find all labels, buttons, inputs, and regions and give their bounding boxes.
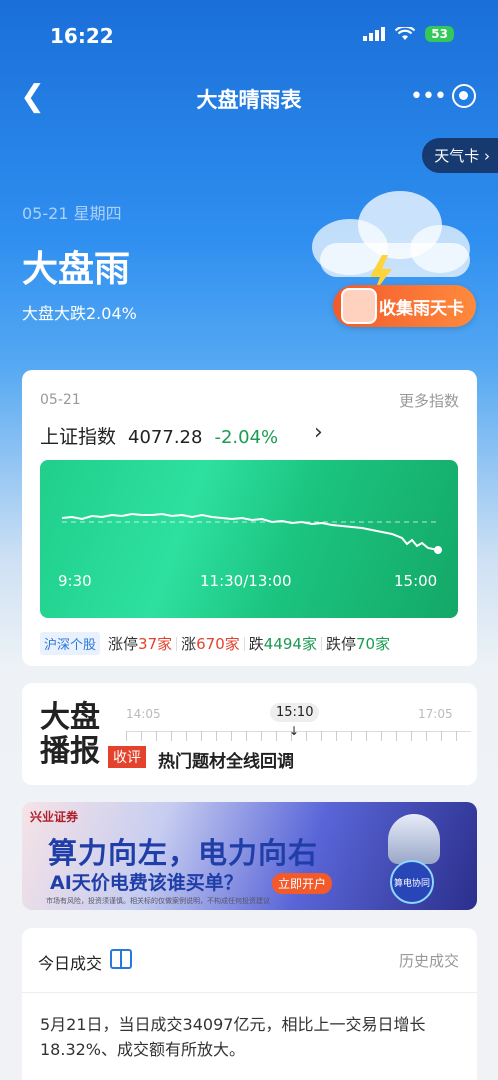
timeline-pin-icon: ↓ <box>289 724 300 738</box>
status-icons: 53 <box>363 26 454 42</box>
signal-icon <box>363 27 386 41</box>
ad-disclaimer: 市场有风险，投资须谨慎。相关标的仅做案例说明，不构成任何投资建议 <box>46 897 270 905</box>
stats-tag: 沪深个股 <box>40 632 101 655</box>
weather-card-button[interactable]: 天气卡 › <box>422 138 498 173</box>
turnover-card: 今日成交 历史成交 5月21日，当日成交34097亿元，相比上一交易日增长18.… <box>22 928 477 1080</box>
close-miniapp-icon[interactable] <box>452 84 476 108</box>
chevron-right-icon[interactable]: › <box>314 420 323 445</box>
ad-headline: 算力向左，电力向右 <box>48 836 319 870</box>
limit-up-label: 涨停 <box>108 635 139 653</box>
time-start: 9:30 <box>58 572 92 590</box>
ad-logo: 兴业证券 <box>30 810 79 824</box>
limit-down-label: 跌停 <box>325 635 356 653</box>
up-count: 670家 <box>196 635 240 653</box>
ad-banner[interactable]: 兴业证券 算力向左，电力向右 AI天价电费该谁买单？ 立即开户 市场有风险，投资… <box>22 802 477 910</box>
market-stats: 沪深个股 涨停 37家 涨 670家 跌 4494家 跌停 70家 <box>40 632 390 655</box>
hero-title: 大盘雨 <box>22 249 131 290</box>
down-label: 跌 <box>248 635 264 653</box>
time-mid: 11:30/13:00 <box>200 572 292 590</box>
battery-icon: 53 <box>425 26 454 42</box>
broadcast-title-1: 大盘 <box>40 700 100 735</box>
open-account-button[interactable]: 立即开户 <box>272 873 333 894</box>
divider <box>243 636 245 651</box>
ad-badge: 算电协同 <box>390 860 434 904</box>
time-end: 15:00 <box>394 572 438 590</box>
index-name: 上证指数 <box>40 426 117 448</box>
more-icon[interactable]: ••• <box>410 84 447 109</box>
turnover-title: 今日成交 <box>38 954 103 973</box>
broadcast-headline[interactable]: 热门题材全线回调 <box>158 747 294 772</box>
index-row[interactable]: 上证指数 4077.28 -2.04% <box>40 422 278 449</box>
divider <box>176 636 178 651</box>
market-card: 05-21 更多指数 上证指数 4077.28 -2.04% › 9:30 11… <box>22 370 477 666</box>
divider <box>320 636 322 651</box>
timeline-current-time[interactable]: 15:10 <box>270 703 320 722</box>
price-line <box>61 512 439 551</box>
history-turnover-link[interactable]: 历史成交 <box>399 950 459 971</box>
index-value: 4077.28 <box>128 427 203 448</box>
down-count: 4494家 <box>263 635 317 653</box>
chevron-right-icon: › <box>484 147 490 165</box>
book-icon[interactable] <box>110 949 132 969</box>
broadcast-card[interactable]: 大盘 播报 14:05 15:10 ↓ 17:05 收评 热门题材全线回调 <box>22 683 477 785</box>
robot-icon <box>388 814 440 864</box>
collect-label: 收集雨天卡 <box>379 298 464 319</box>
broadcast-title-2: 播报 <box>40 734 100 769</box>
ad-subheadline: AI天价电费该谁买单？ <box>50 872 243 894</box>
hero-date: 05-21 星期四 <box>22 204 122 223</box>
status-time: 16:22 <box>50 24 114 48</box>
intraday-chart-svg <box>61 512 442 554</box>
index-change: -2.04% <box>214 427 279 448</box>
review-tag: 收评 <box>108 746 146 768</box>
hero-subtitle: 大盘大跌2.04% <box>22 304 137 323</box>
turnover-summary: 5月21日，当日成交34097亿元，相比上一交易日增长18.32%、成交额有所放… <box>40 1015 426 1059</box>
limit-up-count: 37家 <box>138 635 173 653</box>
more-indices-link[interactable]: 更多指数 <box>399 390 459 411</box>
last-point <box>434 546 442 554</box>
rain-card-icon <box>341 288 377 324</box>
wifi-icon <box>395 27 416 40</box>
timeline-time[interactable]: 17:05 <box>418 707 453 721</box>
up-label: 涨 <box>181 635 197 653</box>
limit-down-count: 70家 <box>356 635 391 653</box>
weather-card-label: 天气卡 <box>434 147 480 165</box>
timeline-time[interactable]: 14:05 <box>126 707 161 721</box>
intraday-chart[interactable]: 9:30 11:30/13:00 15:00 <box>40 460 458 618</box>
rain-cloud-icon <box>312 191 470 293</box>
broadcast-logo: 大盘 播报 <box>40 701 100 769</box>
market-date: 05-21 <box>40 392 81 408</box>
divider <box>22 992 477 993</box>
